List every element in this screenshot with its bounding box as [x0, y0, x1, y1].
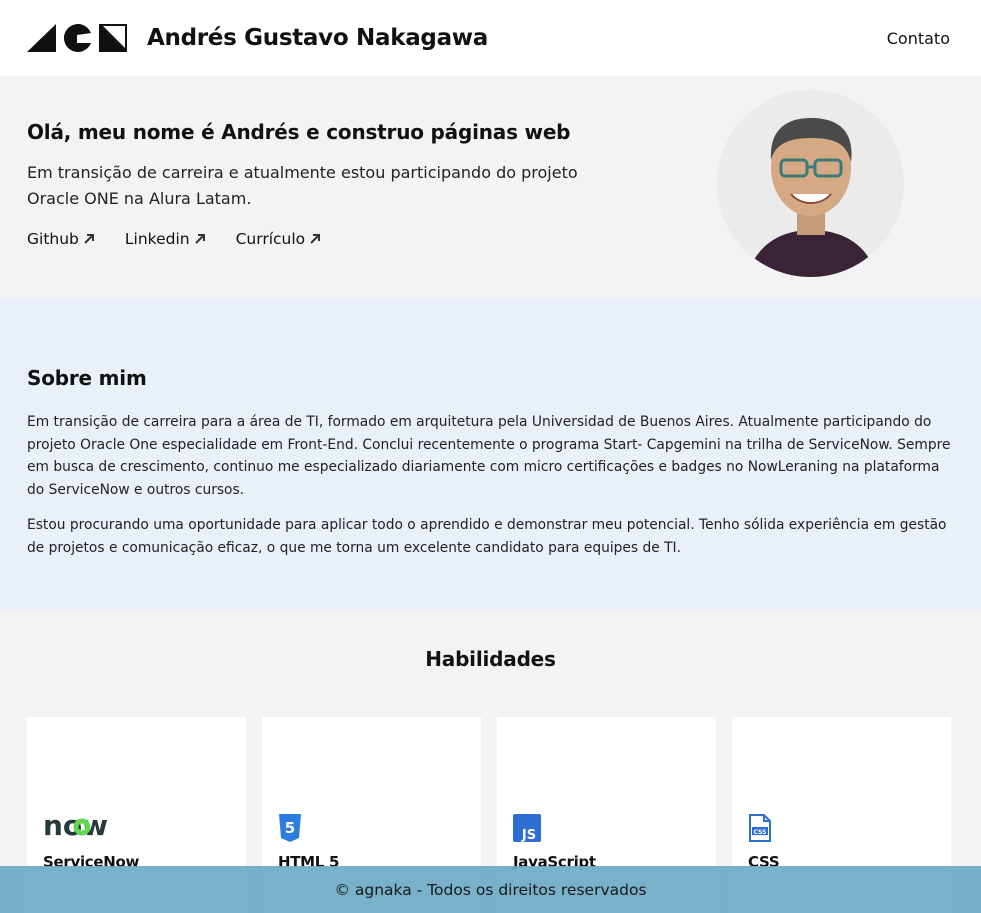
- github-link[interactable]: Github: [27, 230, 95, 248]
- linkedin-link-label: Linkedin: [124, 230, 190, 248]
- about-title: Sobre mim: [27, 366, 147, 390]
- github-link-label: Github: [27, 230, 79, 248]
- css-file-icon: CSS: [748, 814, 772, 846]
- about-section: Sobre mim Em transição de carreira para …: [0, 298, 981, 610]
- site-header: Andrés Gustavo Nakagawa Contato: [0, 0, 981, 76]
- javascript-icon: JS: [513, 814, 541, 846]
- footer-copyright: © agnaka - Todos os direitos reservados: [334, 880, 647, 899]
- html5-logo-text: 5: [285, 819, 295, 837]
- site-footer: © agnaka - Todos os direitos reservados: [0, 866, 981, 913]
- agn-logo-icon: [27, 24, 127, 52]
- arrow-up-right-icon: [310, 234, 321, 244]
- skills-title: Habilidades: [425, 647, 556, 671]
- js-logo-text: JS: [521, 828, 536, 842]
- hero-text: Em transição de carreira e atualmente es…: [27, 163, 578, 208]
- html5-icon: 5: [278, 814, 302, 846]
- arrow-up-right-icon: [84, 234, 94, 244]
- about-paragraph: Estou procurando uma oportunidade para a…: [27, 517, 947, 556]
- site-owner-name: Andrés Gustavo Nakagawa: [147, 25, 488, 51]
- linkedin-link[interactable]: Linkedin: [125, 230, 206, 248]
- profile-photo: [717, 90, 904, 277]
- curriculo-link[interactable]: Currículo: [236, 230, 322, 248]
- nav-contact-link[interactable]: Contato: [887, 29, 950, 48]
- arrow-up-right-icon: [194, 234, 205, 244]
- hero-section: Olá, meu nome é Andrés e construo página…: [0, 76, 981, 298]
- css-logo-text: CSS: [754, 829, 767, 836]
- about-paragraph: Em transição de carreira para a área de …: [27, 414, 951, 498]
- curriculo-link-label: Currículo: [235, 230, 306, 248]
- brand[interactable]: Andrés Gustavo Nakagawa: [27, 24, 488, 52]
- servicenow-logo-icon: now: [43, 809, 125, 842]
